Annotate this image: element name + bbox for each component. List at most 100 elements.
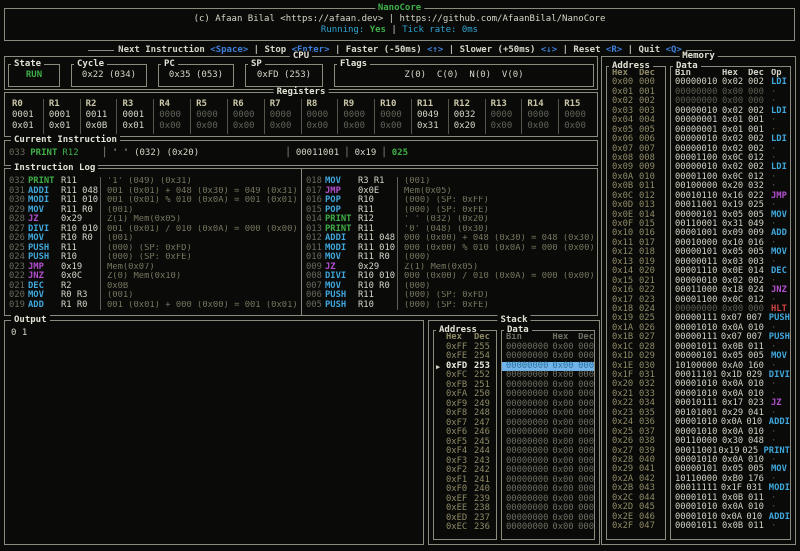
- register-hex-value: 0x20: [454, 121, 485, 132]
- status-line: Running: Yes | Tick rate: 0ms: [5, 25, 794, 36]
- cpu-pc-box: PC 0x35 (053): [158, 64, 234, 87]
- register-r1: R100010x01: [43, 99, 80, 134]
- memory-data-rows: BinHexDecOp 000000100x02002LDI000000000x…: [671, 69, 790, 539]
- log-detail: (000) (SP: 0xFE): [404, 301, 597, 311]
- cpu-sp-title: SP: [248, 59, 265, 69]
- register-r6: R600000x00: [227, 99, 264, 134]
- register-hex-value: 0x00: [233, 121, 264, 132]
- cpu-flags-value: Z(0) C(0) N(0) V(0): [335, 65, 593, 86]
- stack-address-dec: 236: [474, 523, 496, 533]
- tick-rate-value: 0ms: [462, 25, 478, 35]
- register-name: R6: [233, 99, 264, 110]
- register-name: R9: [343, 99, 374, 110]
- current-instruction-title: Current Instruction: [11, 135, 120, 145]
- register-name: R13: [491, 99, 522, 110]
- log-detail: (001): [404, 177, 597, 187]
- register-hex-value: 0x01: [12, 121, 43, 132]
- log-detail: '1' (049) (0x31): [107, 177, 301, 187]
- register-r15: R1500000x00: [558, 99, 595, 134]
- stack-address-hex: 0xEC: [446, 523, 474, 533]
- control-label: Reset: [573, 45, 600, 55]
- registers-panel: Registers R000010x01R100010x01R200110x0B…: [4, 92, 598, 137]
- copyright-line: (c) Afaan Bilal <https://afaan.dev> | ht…: [5, 14, 794, 25]
- ci-separator: │: [280, 148, 295, 159]
- log-detail: '0' (048) (0x30): [404, 225, 597, 235]
- control-label: Slower (+50ms): [460, 45, 536, 55]
- header-panel: NanoCore (c) Afaan Bilal <https://afaan.…: [4, 8, 795, 41]
- register-dec-value: 0000: [527, 110, 558, 121]
- control-next-instruction[interactable]: Next Instruction <Space>: [118, 45, 248, 55]
- stack-data-rows: BinHexDec 000000000x00000000000000x00000…: [502, 333, 594, 539]
- register-r2: R200110x0B: [80, 99, 117, 134]
- log-detail: ' ' (032) (0x20): [404, 215, 597, 225]
- current-instruction-mnemonic: PRINT: [25, 148, 57, 158]
- running-value: Yes: [370, 25, 386, 35]
- control-label: Next Instruction: [118, 45, 205, 55]
- instruction-log-panel: Instruction Log 032PRINTR11'1' (049) (0x…: [4, 168, 598, 316]
- log-detail: (000): [404, 253, 597, 263]
- log-row: 025PUSHR11(000) (SP: 0xFD): [9, 244, 301, 254]
- log-row: 006PUSHR11(000) (SP: 0xFD): [306, 291, 597, 301]
- register-r4: R400000x00: [153, 99, 190, 134]
- current-instruction-text: 033PRINTR12: [9, 148, 97, 159]
- memory-data-row: 000010110x0B011·: [671, 522, 790, 531]
- cpu-cycle-box: Cycle 0x22 (034): [71, 64, 147, 87]
- register-dec-value: 0001: [49, 110, 80, 121]
- register-dec-value: 0001: [122, 110, 153, 121]
- control-separator: |: [622, 45, 638, 55]
- memory-data-box: Data BinHexDecOp 000000100x02002LDI00000…: [670, 66, 791, 540]
- register-hex-value: 0x01: [122, 121, 153, 132]
- register-dec-value: 0000: [159, 110, 190, 121]
- register-r9: R900000x00: [337, 99, 374, 134]
- log-row: 007MOVR10 R0(000): [306, 282, 597, 292]
- cpu-pc-title: PC: [161, 59, 178, 69]
- register-dec-value: 0000: [307, 110, 338, 121]
- log-detail: (000): [404, 282, 597, 292]
- log-row: 020MOVR0 R3(001): [9, 291, 301, 301]
- log-row: 005PUSHR10(000) (SP: 0xFE): [306, 301, 597, 311]
- log-row: 016POPR10(000) (SP: 0xFF): [306, 196, 597, 206]
- register-dec-value: 0000: [491, 110, 522, 121]
- memory-dec: 011: [748, 522, 771, 531]
- register-r3: R300010x01: [116, 99, 153, 134]
- register-name: R15: [564, 99, 595, 110]
- register-hex-value: 0x00: [196, 121, 227, 132]
- log-row: 031ADDIR11 048001 (0x01) + 048 (0x30) = …: [9, 187, 301, 197]
- stack-address-row: 0xEC236: [434, 523, 496, 533]
- output-panel-title: Output: [11, 315, 50, 325]
- log-detail: 001 (0x01) + 000 (0x00) = 001 (0x01): [107, 301, 301, 311]
- log-row: 008DIVIR10 010000 (0x00) / 010 (0x0A) = …: [306, 272, 597, 282]
- register-r5: R500000x00: [190, 99, 227, 134]
- log-detail: 001 (0x01) % 010 (0x0A) = 001 (0x01): [107, 196, 301, 206]
- control-faster-50ms[interactable]: Faster (-50ms) <↑>: [346, 45, 444, 55]
- cpu-flags-title: Flags: [337, 59, 370, 69]
- cpu-flags-box: Flags Z(0) C(0) N(0) V(0): [334, 64, 594, 87]
- register-hex-value: 0x00: [491, 121, 522, 132]
- register-hex-value: 0x31: [417, 121, 448, 132]
- log-detail: 0x0B: [107, 282, 301, 292]
- control-reset[interactable]: Reset <R>: [573, 45, 622, 55]
- register-r14: R1400000x00: [521, 99, 558, 134]
- cpu-cycle-title: Cycle: [74, 59, 107, 69]
- registers-panel-title: Registers: [274, 87, 329, 97]
- control-slower-50ms[interactable]: Slower (+50ms) <↓>: [460, 45, 558, 55]
- log-mnemonic: PUSH: [325, 301, 358, 311]
- register-dec-value: 0049: [417, 110, 448, 121]
- register-name: R3: [122, 99, 153, 110]
- memory-hex: 0x0B: [722, 522, 748, 531]
- register-hex-value: 0x00: [527, 121, 558, 132]
- control-label: Stop: [264, 45, 286, 55]
- register-name: R8: [307, 99, 338, 110]
- ci-separator: │: [97, 148, 112, 159]
- log-detail: (001): [107, 291, 301, 301]
- log-detail: (000) (SP: 0xFE): [107, 253, 301, 263]
- register-name: R10: [380, 99, 411, 110]
- register-dec-value: 0000: [270, 110, 301, 121]
- memory-op: PRINT: [764, 447, 790, 456]
- control-quit[interactable]: Quit <Q>: [638, 45, 681, 55]
- register-r0: R000010x01: [7, 99, 43, 134]
- stack-data-box: Data BinHexDec 000000000x00000000000000x…: [501, 330, 595, 540]
- log-row: 017JMP0x0EMem(0x05): [306, 187, 597, 197]
- log-mnemonic: ADD: [28, 301, 61, 311]
- register-r7: R700000x00: [264, 99, 301, 134]
